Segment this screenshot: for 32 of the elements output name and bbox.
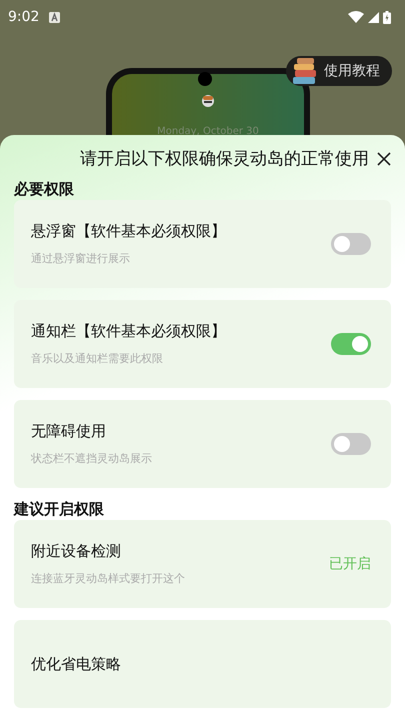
- notification-icon: [49, 12, 60, 23]
- permission-title: 无障碍使用: [31, 422, 107, 442]
- toggle-switch[interactable]: [331, 433, 371, 456]
- sheet-title: 请开启以下权限确保灵动岛的正常使用: [80, 148, 369, 170]
- toggle-switch[interactable]: [331, 233, 371, 256]
- permission-title: 悬浮窗【软件基本必须权限】: [31, 222, 227, 242]
- permission-card[interactable]: 优化省电策略: [14, 620, 391, 708]
- permission-title: 通知栏【软件基本必须权限】: [31, 322, 227, 342]
- section-heading: 建议开启权限: [14, 500, 105, 520]
- section-heading: 必要权限: [14, 180, 75, 200]
- toggle-switch[interactable]: [331, 333, 371, 356]
- close-icon[interactable]: [377, 152, 391, 166]
- wifi-icon: [348, 11, 364, 23]
- permission-card[interactable]: 通知栏【软件基本必须权限】 音乐以及通知栏需要此权限: [14, 300, 391, 388]
- permission-title: 优化省电策略: [31, 654, 122, 674]
- mascot-icon: [201, 94, 215, 108]
- camera-notch: [198, 72, 212, 86]
- permission-card[interactable]: 无障碍使用 状态栏不遮挡灵动岛展示: [14, 400, 391, 488]
- preview-date: Monday, October 30: [157, 126, 259, 137]
- permission-description: 通过悬浮窗进行展示: [31, 251, 131, 266]
- books-icon: [292, 57, 318, 85]
- status-time: 9:02: [8, 9, 40, 25]
- permission-card[interactable]: 悬浮窗【软件基本必须权限】 通过悬浮窗进行展示: [14, 200, 391, 288]
- permission-description: 音乐以及通知栏需要此权限: [31, 351, 164, 366]
- battery-icon: [383, 10, 391, 24]
- tutorial-button[interactable]: 使用教程: [286, 56, 392, 86]
- permission-description: 状态栏不遮挡灵动岛展示: [31, 451, 153, 466]
- permission-description: 连接蓝牙灵动岛样式要打开这个: [31, 571, 186, 586]
- enabled-status: 已开启: [329, 555, 371, 573]
- signal-icon: [368, 12, 379, 22]
- permission-card[interactable]: 附近设备检测 连接蓝牙灵动岛样式要打开这个 已开启: [14, 520, 391, 608]
- permission-title: 附近设备检测: [31, 542, 122, 561]
